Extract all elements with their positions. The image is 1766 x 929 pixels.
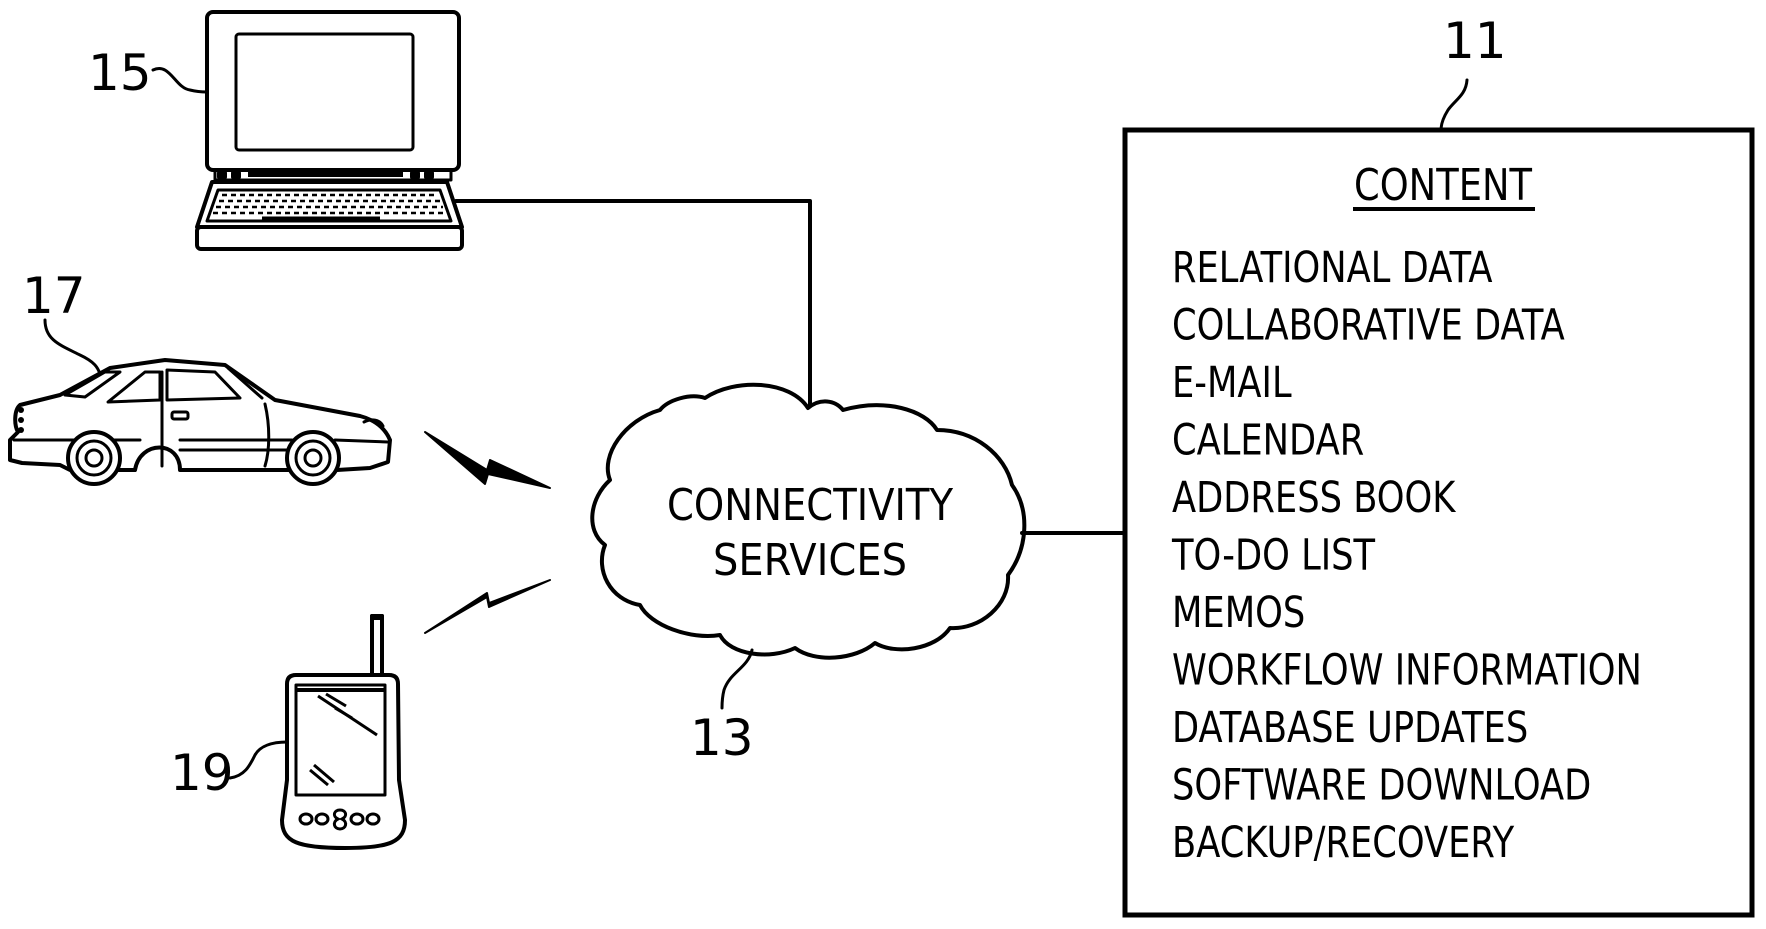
wired-link-laptop (454, 199, 812, 414)
content-list-item: ADDRESS BOOK (1172, 473, 1457, 523)
leader-17 (43, 318, 102, 376)
laptop-icon (195, 10, 464, 251)
cloud-label-line1: CONNECTIVITY (667, 480, 953, 531)
numeral-11: 11 (1443, 12, 1507, 70)
numeral-19: 19 (170, 744, 234, 802)
content-list-item: SOFTWARE DOWNLOAD (1172, 761, 1591, 811)
content-list-item: RELATIONAL DATA (1172, 243, 1493, 293)
content-list-item: TO-DO LIST (1171, 531, 1376, 581)
car-icon (8, 358, 392, 486)
connectivity-cloud: CONNECTIVITY SERVICES (590, 382, 1027, 660)
wireless-link-car-icon (424, 431, 551, 489)
numeral-17: 17 (22, 267, 86, 325)
content-list-item: BACKUP/RECOVERY (1172, 818, 1515, 868)
content-box-title: CONTENT (1354, 160, 1532, 211)
content-list-item: DATABASE UPDATES (1172, 703, 1528, 753)
numeral-13: 13 (690, 709, 754, 767)
connectivity-diagram: 15 17 CONNECTIVITY SERVICES 13 19 CONTEN… (8, 10, 1755, 918)
leader-13 (720, 648, 754, 710)
car-wheel-front (285, 430, 341, 486)
car-wheel-rear (66, 430, 122, 486)
numeral-15: 15 (88, 44, 152, 102)
content-list-item: CALENDAR (1172, 416, 1364, 466)
pda-icon (280, 614, 407, 850)
content-list-item: MEMOS (1172, 588, 1305, 638)
wireless-link-handheld-icon (424, 579, 551, 634)
leader-15 (151, 67, 209, 94)
content-box: CONTENT RELATIONAL DATA COLLABORATIVE DAT… (1122, 127, 1755, 918)
cloud-label-line2: SERVICES (713, 535, 907, 586)
content-list-item: WORKFLOW INFORMATION (1172, 646, 1642, 696)
content-list-item: E-MAIL (1172, 358, 1292, 408)
leader-11 (1439, 78, 1469, 132)
content-list-item: COLLABORATIVE DATA (1172, 301, 1565, 351)
leader-19 (228, 740, 289, 780)
